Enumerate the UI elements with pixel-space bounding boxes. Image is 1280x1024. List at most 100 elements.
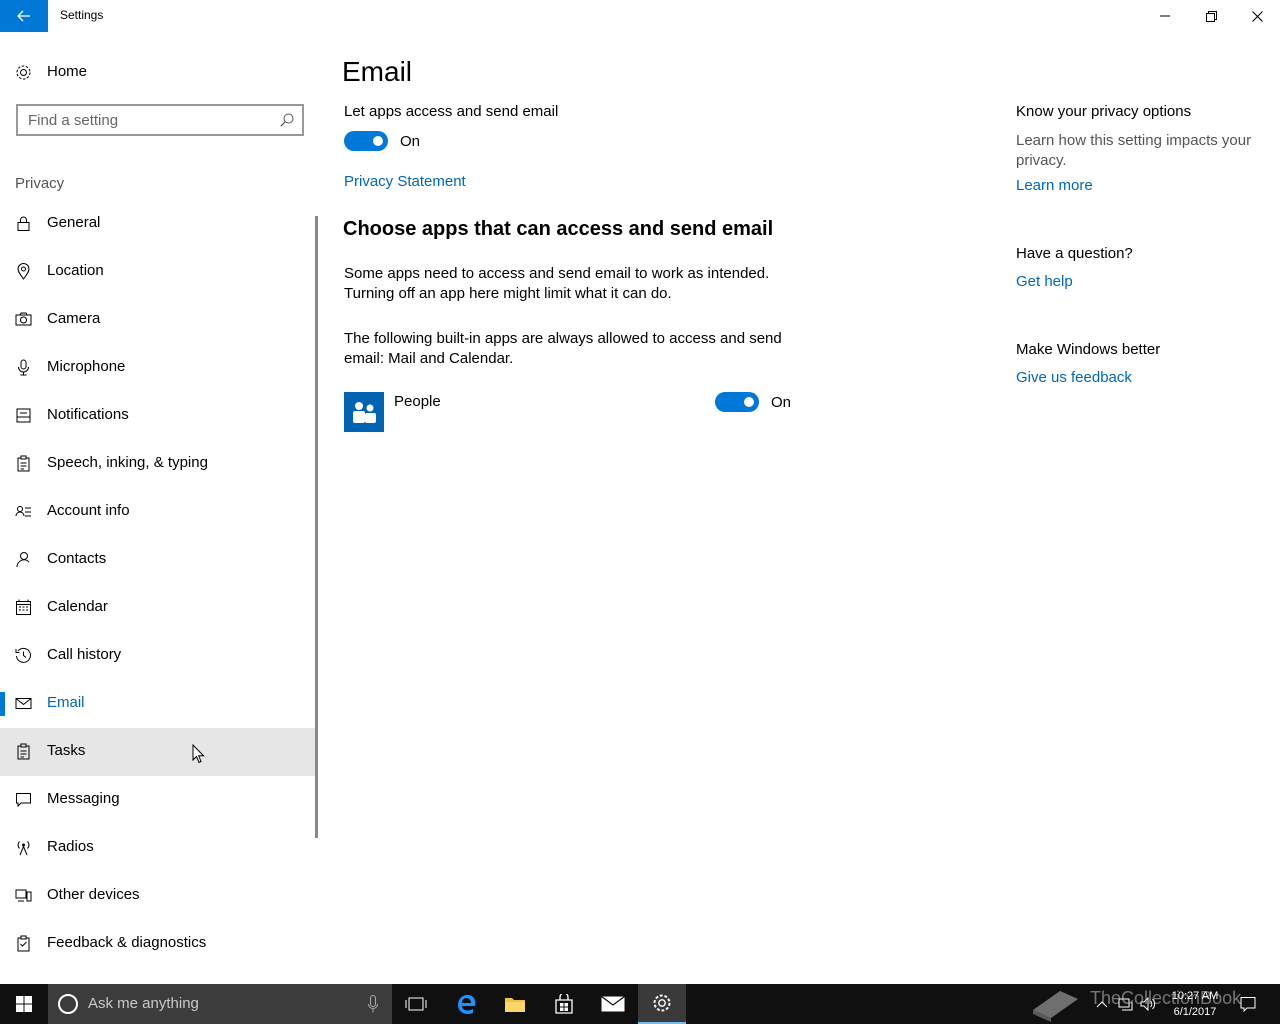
mail-button[interactable] — [589, 984, 637, 1024]
builtin-apps-text: The following built-in apps are always a… — [344, 330, 782, 367]
mail-icon — [15, 695, 32, 712]
minimize-icon — [1160, 15, 1170, 17]
description-text: Some apps need to access and send email … — [344, 265, 770, 302]
sidebar-item-label: Tasks — [47, 742, 86, 759]
sidebar-item-email[interactable]: Email — [0, 680, 318, 728]
sidebar-item-tasks[interactable]: Tasks — [0, 728, 318, 776]
notification-icon — [1240, 997, 1256, 1012]
learn-more-link[interactable]: Learn more — [1016, 177, 1093, 194]
privacy-statement-link[interactable]: Privacy Statement — [344, 173, 466, 190]
location-icon — [15, 263, 32, 280]
account-info-icon — [15, 503, 32, 520]
email-access-toggle[interactable] — [344, 131, 388, 151]
lock-icon — [15, 215, 32, 232]
close-icon — [1251, 10, 1263, 22]
edge-button[interactable] — [443, 984, 491, 1024]
sidebar: Home Privacy General Location Camera Mic… — [0, 32, 320, 984]
title-bar: Settings — [0, 0, 1280, 32]
watermark-logo — [1030, 984, 1080, 1024]
sidebar-item-camera[interactable]: Camera — [0, 296, 318, 344]
task-view-icon — [405, 997, 427, 1011]
notification-icon — [15, 407, 32, 424]
mouse-cursor-icon — [192, 744, 205, 764]
sidebar-item-speech[interactable]: Speech, inking, & typing — [0, 440, 318, 488]
close-button[interactable] — [1234, 0, 1280, 32]
feedback-link[interactable]: Give us feedback — [1016, 369, 1132, 386]
action-center-button[interactable] — [1240, 984, 1256, 1024]
task-view-button[interactable] — [392, 984, 440, 1024]
radio-antenna-icon — [15, 839, 32, 856]
sidebar-item-call-history[interactable]: Call history — [0, 632, 318, 680]
windows-logo-icon — [16, 996, 32, 1012]
cortana-search-box[interactable]: Ask me anything — [48, 984, 392, 1024]
devices-icon — [15, 887, 32, 904]
back-button[interactable] — [0, 0, 48, 32]
contacts-icon — [15, 551, 32, 568]
sidebar-item-microphone[interactable]: Microphone — [0, 344, 318, 392]
question-heading: Have a question? — [1016, 245, 1133, 262]
settings-taskbar-button[interactable] — [638, 984, 686, 1024]
restore-button[interactable] — [1188, 0, 1234, 32]
sidebar-item-label: Calendar — [47, 598, 108, 615]
store-button[interactable] — [540, 984, 588, 1024]
gear-icon — [15, 64, 32, 81]
camera-icon — [15, 311, 32, 328]
sidebar-item-contacts[interactable]: Contacts — [0, 536, 318, 584]
sidebar-item-label: Call history — [47, 646, 122, 663]
email-access-label: Let apps access and send email — [344, 103, 559, 120]
home-label: Home — [47, 63, 88, 80]
sidebar-item-feedback-diagnostics[interactable]: Feedback & diagnostics — [0, 920, 318, 968]
clock-date: 6/1/2017 — [1173, 1006, 1217, 1018]
store-icon — [555, 994, 573, 1014]
sidebar-item-other-devices[interactable]: Other devices — [0, 872, 318, 920]
tasks-icon — [15, 743, 32, 760]
sidebar-item-messaging[interactable]: Messaging — [0, 776, 318, 824]
sidebar-item-calendar[interactable]: Calendar — [0, 584, 318, 632]
feedback-icon — [15, 935, 32, 952]
sidebar-item-label: Contacts — [47, 550, 107, 567]
taskbar-clock[interactable]: 10:27 AM 6/1/2017 — [1160, 988, 1230, 1020]
message-icon — [15, 791, 32, 808]
sidebar-item-label: Other devices — [47, 886, 140, 903]
edge-icon — [458, 994, 476, 1015]
privacy-options-text: Learn how this setting impacts your priv… — [1016, 132, 1252, 169]
cortana-icon — [58, 994, 78, 1014]
file-explorer-button[interactable] — [491, 984, 539, 1024]
get-help-link[interactable]: Get help — [1016, 273, 1073, 290]
sidebar-item-notifications[interactable]: Notifications — [0, 392, 318, 440]
start-button[interactable] — [0, 984, 48, 1024]
sidebar-item-radios[interactable]: Radios — [0, 824, 318, 872]
window-title: Settings — [60, 8, 104, 22]
group-label: Privacy — [15, 175, 65, 192]
sidebar-item-label: Speech, inking, & typing — [47, 454, 208, 471]
sidebar-item-label: Radios — [47, 838, 94, 855]
back-arrow-icon — [17, 10, 30, 22]
cortana-search-placeholder: Ask me anything — [88, 995, 199, 1012]
mail-icon — [601, 996, 625, 1012]
clipboard-icon — [15, 455, 32, 472]
sidebar-home[interactable]: Home — [0, 56, 320, 88]
restore-icon — [1205, 10, 1217, 22]
sidebar-item-label: Notifications — [47, 406, 129, 423]
minimize-button[interactable] — [1142, 0, 1188, 32]
search-icon[interactable] — [280, 113, 294, 127]
sidebar-item-label: Camera — [47, 310, 101, 327]
section-title: Choose apps that can access and send ema… — [343, 218, 774, 240]
clock-time: 10:27 AM — [1171, 990, 1219, 1002]
sidebar-item-general[interactable]: General — [0, 200, 318, 248]
sidebar-item-account-info[interactable]: Account info — [0, 488, 318, 536]
sidebar-item-location[interactable]: Location — [0, 248, 318, 296]
people-access-toggle[interactable] — [715, 392, 759, 412]
sidebar-item-label: Messaging — [47, 790, 120, 807]
search-input[interactable] — [28, 111, 268, 129]
sidebar-item-label: Microphone — [47, 358, 126, 375]
page-title: Email — [342, 56, 413, 87]
people-access-state: On — [771, 394, 792, 411]
microphone-icon[interactable] — [368, 995, 378, 1013]
people-app-tile — [344, 392, 384, 432]
search-box[interactable] — [16, 104, 304, 136]
history-icon — [15, 647, 32, 664]
sidebar-item-label: Feedback & diagnostics — [47, 934, 207, 951]
sidebar-scrollbar[interactable] — [315, 216, 318, 838]
folder-icon — [505, 998, 525, 1012]
